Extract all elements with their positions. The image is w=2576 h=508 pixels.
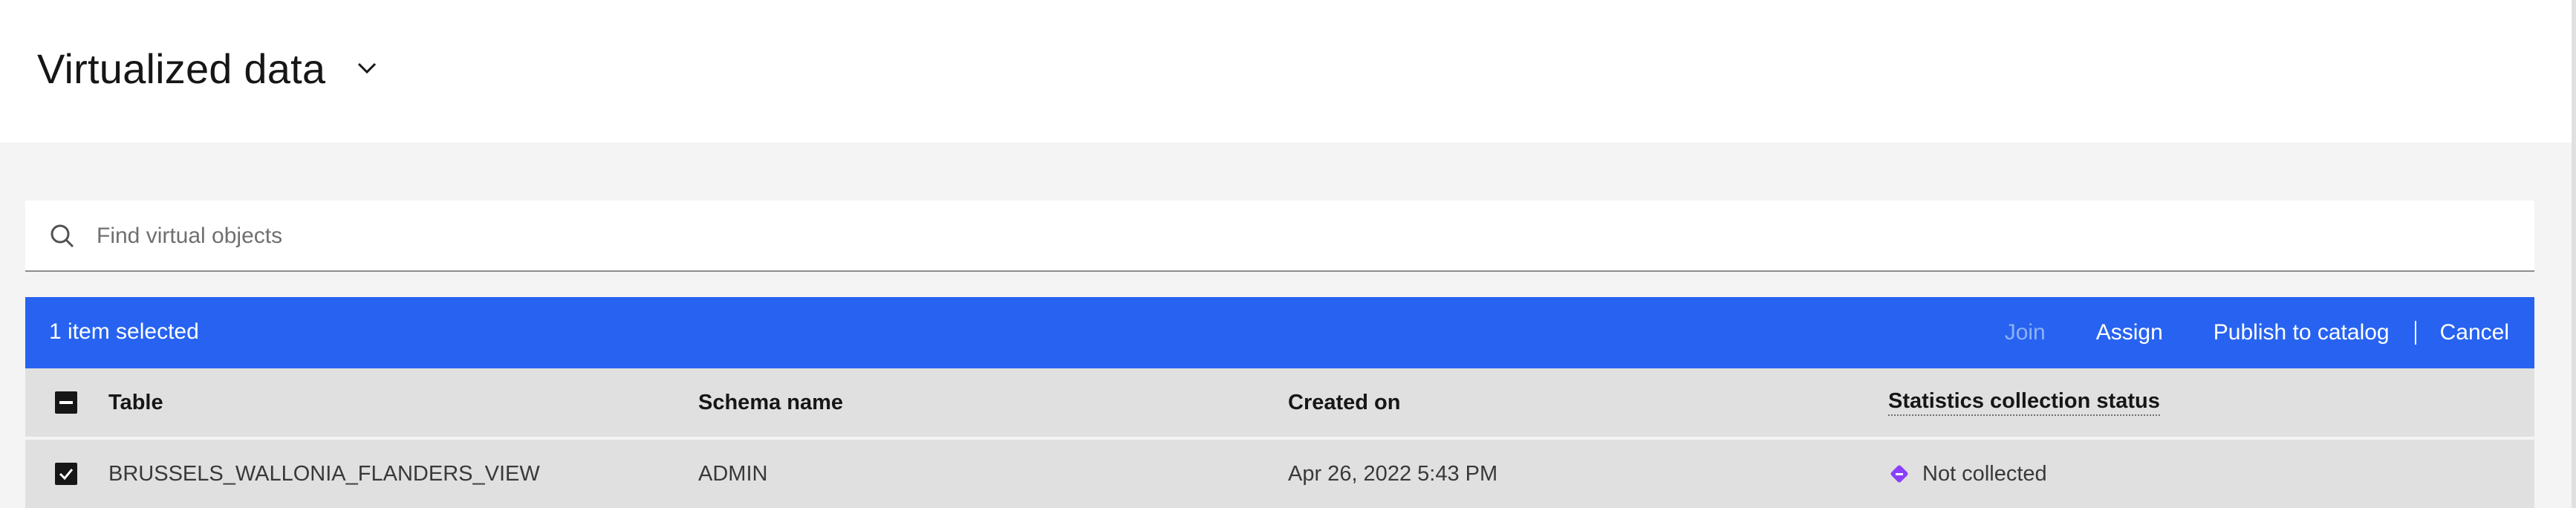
page-title: Virtualized data [37, 45, 326, 92]
cell-table-name: BRUSSELS_WALLONIA_FLANDERS_VIEW [108, 461, 540, 486]
select-all-cell [55, 368, 77, 437]
column-header-created[interactable]: Created on [1288, 368, 1400, 437]
selected-count: 1 item selected [49, 319, 199, 344]
stats-status-label: Not collected [1922, 461, 2047, 486]
page-header: Virtualized data [0, 0, 2576, 143]
table-header-row: Table Schema name Created on Statistics … [25, 368, 2534, 438]
batch-action-bar: 1 item selected Join Assign Publish to c… [25, 297, 2534, 368]
cancel-button[interactable]: Cancel [2416, 297, 2534, 368]
batch-actions: Join Assign Publish to catalog Cancel [1980, 297, 2534, 368]
column-header-table[interactable]: Table [108, 368, 163, 437]
column-header-schema[interactable]: Schema name [698, 368, 843, 437]
cell-schema-name: ADMIN [698, 461, 768, 486]
page-scrollbar[interactable] [2572, 0, 2576, 508]
cell-stats-status: Not collected [1888, 440, 2047, 508]
diamond-status-icon [1890, 465, 1908, 483]
search-input[interactable] [97, 214, 2473, 258]
assign-button[interactable]: Assign [2071, 297, 2188, 368]
table-row[interactable]: BRUSSELS_WALLONIA_FLANDERS_VIEW ADMIN Ap… [25, 440, 2534, 508]
join-button[interactable]: Join [1980, 297, 2071, 368]
publish-to-catalog-button[interactable]: Publish to catalog [2188, 297, 2415, 368]
checkmark-icon [59, 469, 74, 480]
cell-created-on: Apr 26, 2022 5:43 PM [1288, 461, 1498, 486]
select-all-checkbox[interactable] [55, 391, 77, 414]
title-group: Virtualized data [37, 42, 383, 95]
search-bar [25, 201, 2534, 272]
title-dropdown-button[interactable] [351, 52, 383, 85]
indeterminate-icon [59, 401, 73, 404]
chevron-down-icon [358, 62, 377, 74]
row-select-cell [55, 440, 77, 508]
column-header-stats-cell: Statistics collection status [1888, 368, 2160, 437]
row-checkbox[interactable] [55, 463, 77, 485]
search-icon [51, 224, 74, 248]
column-header-stats[interactable]: Statistics collection status [1888, 389, 2160, 416]
